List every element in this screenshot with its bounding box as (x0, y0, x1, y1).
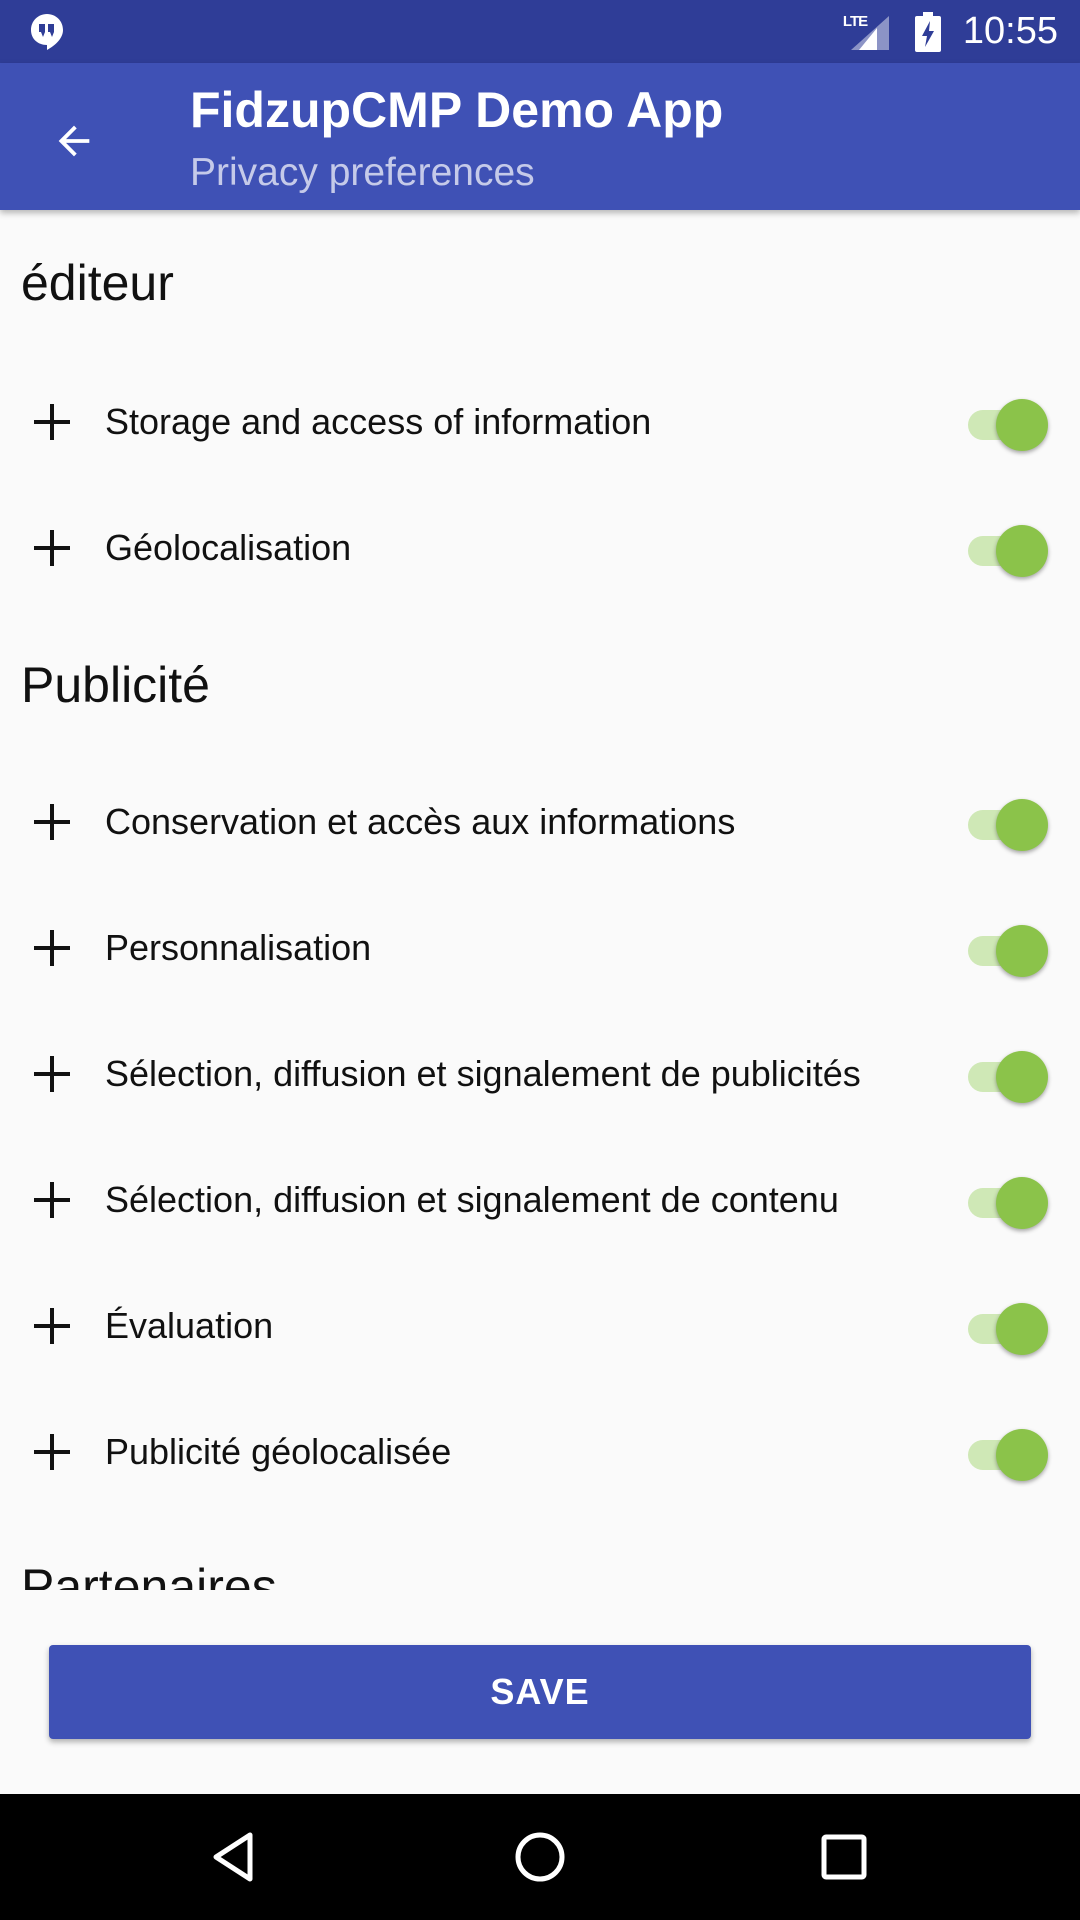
list-item-label: Géolocalisation (105, 527, 352, 568)
status-bar: LTE 10:55 (0, 0, 1080, 63)
section-header: éditeur (21, 255, 174, 311)
list-item[interactable]: Personnalisation (0, 898, 1080, 998)
list-item-label: Personnalisation (105, 927, 372, 968)
list-item[interactable]: Publicité géolocalisée (0, 1402, 1080, 1502)
list-item-label: Sélection, diffusion et signalement de c… (105, 1179, 839, 1220)
list-item-label: Conservation et accès aux informations (105, 801, 736, 842)
toggle-switch[interactable] (966, 1424, 1050, 1481)
plus-icon[interactable] (32, 1054, 72, 1094)
list-item[interactable]: Storage and access of information (0, 372, 1080, 472)
toggle-switch[interactable] (966, 1046, 1050, 1103)
app-title: FidzupCMP Demo App (190, 82, 724, 138)
app-subtitle: Privacy preferences (190, 151, 535, 194)
preferences-list[interactable]: éditeur Storage and access of informatio… (0, 210, 1080, 1590)
circle-home-icon[interactable] (510, 1827, 570, 1887)
back-button[interactable] (34, 101, 114, 181)
list-item[interactable]: Conservation et accès aux informations (0, 772, 1080, 872)
arrow-back-icon (58, 125, 90, 157)
status-icons: LTE 10:55 (843, 0, 1058, 63)
list-item[interactable]: Géolocalisation (0, 498, 1080, 598)
section-header: Partenaires (21, 1559, 277, 1590)
list-item[interactable]: Évaluation (0, 1276, 1080, 1376)
plus-icon[interactable] (32, 928, 72, 968)
toggle-switch[interactable] (966, 1298, 1050, 1355)
toggle-switch[interactable] (966, 394, 1050, 451)
toggle-switch[interactable] (966, 520, 1050, 577)
hangouts-icon (31, 14, 63, 50)
signal-icon (850, 15, 889, 50)
list-item[interactable]: Sélection, diffusion et signalement de p… (0, 1024, 1080, 1124)
plus-icon[interactable] (32, 1180, 72, 1220)
signal-indicator: LTE (843, 12, 893, 52)
status-time: 10:55 (962, 10, 1058, 52)
plus-icon[interactable] (32, 528, 72, 568)
plus-icon[interactable] (32, 1306, 72, 1346)
plus-icon[interactable] (32, 402, 72, 442)
save-button[interactable]: SAVE (49, 1645, 1031, 1739)
toggle-switch[interactable] (966, 794, 1050, 851)
list-item-label: Storage and access of information (105, 401, 652, 442)
plus-icon[interactable] (32, 1432, 72, 1472)
list-item-label: Sélection, diffusion et signalement de p… (105, 1053, 861, 1094)
square-recents-icon[interactable] (814, 1827, 874, 1887)
toggle-switch[interactable] (966, 920, 1050, 977)
section-header: Publicité (21, 657, 210, 713)
app-bar: FidzupCMP Demo App Privacy preferences (0, 63, 1080, 210)
plus-icon[interactable] (32, 802, 72, 842)
navigation-bar (0, 1794, 1080, 1920)
toggle-switch[interactable] (966, 1172, 1050, 1229)
list-item-label: Publicité géolocalisée (105, 1431, 452, 1472)
list-item-label: Évaluation (105, 1305, 274, 1346)
battery-charging-icon (914, 11, 941, 52)
triangle-back-icon[interactable] (206, 1827, 266, 1887)
list-item[interactable]: Sélection, diffusion et signalement de c… (0, 1150, 1080, 1250)
